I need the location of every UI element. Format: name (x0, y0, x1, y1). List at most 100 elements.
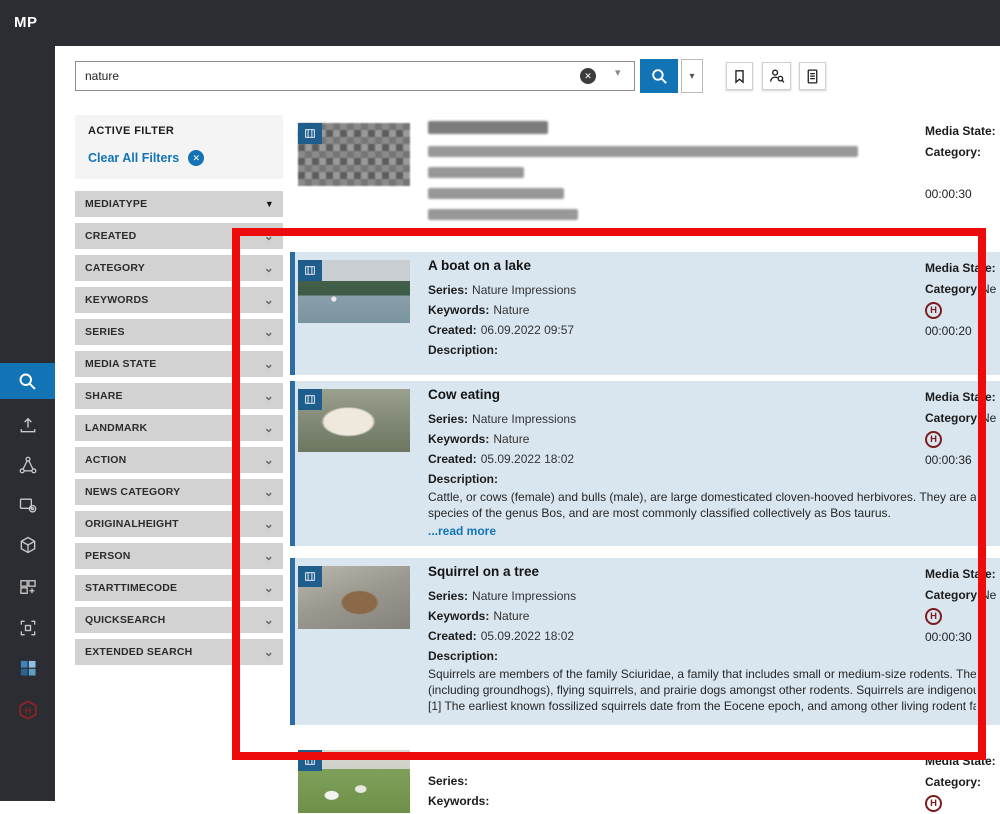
filter-group-extended-search[interactable]: EXTENDED SEARCH⌄ (75, 639, 283, 665)
result-row-partial[interactable]: Series: Keywords: Media State: Category:… (290, 745, 1000, 805)
media-state-label: Media State: (925, 390, 996, 404)
keywords-value: Nature (493, 609, 529, 623)
film-icon (303, 264, 317, 277)
sidebar-brand-button[interactable]: H (0, 691, 55, 729)
media-state-label: Media State: (925, 261, 996, 275)
series-label: Series: (428, 412, 468, 426)
active-filter-box: ACTIVE FILTER Clear All Filters ✕ (75, 115, 283, 179)
search-icon (17, 371, 38, 392)
media-processing-icon (18, 495, 38, 515)
bookmark-button[interactable] (726, 62, 753, 90)
filter-group-created[interactable]: CREATED ⌄ (75, 223, 283, 249)
media-state-label: Media State: (925, 124, 996, 138)
description-line: Cattle, or cows (female) and bulls (male… (428, 489, 976, 505)
search-input[interactable] (75, 61, 635, 91)
category-value: Ne (981, 411, 996, 425)
document-button[interactable] (799, 62, 826, 90)
result-thumbnail[interactable] (298, 123, 410, 186)
chevron-down-icon: ⌄ (264, 552, 274, 560)
filter-group-mediatype[interactable]: MEDIATYPE▼ (75, 191, 283, 217)
filter-group-person[interactable]: PERSON⌄ (75, 543, 283, 569)
result-side-info: Media State: Category:Ne H 00:00:30 (925, 564, 1000, 648)
sidebar-search-button[interactable] (0, 363, 55, 399)
series-label: Series: (428, 283, 468, 297)
scan-code-icon (18, 618, 38, 638)
chevron-down-icon: ⌄ (264, 520, 274, 528)
chevron-down-icon: ⌄ (264, 424, 274, 432)
chevron-down-icon: ⌄ (264, 296, 274, 304)
result-thumbnail[interactable] (298, 750, 410, 813)
selection-accent-bar (290, 381, 295, 546)
chevron-down-icon: ⌄ (264, 392, 274, 400)
search-icon (650, 67, 669, 86)
top-bar: MP (0, 0, 1000, 46)
filter-group-quicksearch[interactable]: QUICKSEARCH⌄ (75, 607, 283, 633)
created-label: Created: (428, 452, 477, 466)
clear-filters-icon: ✕ (188, 150, 204, 166)
clear-all-filters[interactable]: Clear All Filters ✕ (88, 150, 271, 166)
duration: 00:00:20 (925, 321, 1000, 342)
filter-label: MEDIATYPE (85, 198, 147, 210)
result-row-boat[interactable]: A boat on a lake Series:Nature Impressio… (290, 252, 1000, 375)
chevron-down-icon: ⌄ (264, 456, 274, 464)
sidebar-network-button[interactable] (0, 446, 55, 484)
chevron-down-icon: ⌄ (264, 584, 274, 592)
sidebar-video-grid-button[interactable] (0, 568, 55, 606)
category-label: Category: (925, 145, 981, 159)
result-title[interactable]: Squirrel on a tree (428, 564, 976, 579)
filter-group-landmark[interactable]: LANDMARK⌄ (75, 415, 283, 441)
sidebar-archive-button[interactable] (0, 526, 55, 564)
series-label: Series: (428, 774, 468, 788)
result-row-squirrel[interactable]: Squirrel on a tree Series:Nature Impress… (290, 558, 1000, 725)
selection-accent-bar (290, 558, 295, 725)
category-label: Category: (925, 411, 981, 425)
keywords-label: Keywords: (428, 432, 489, 446)
result-title[interactable]: Cow eating (428, 387, 976, 402)
spacer (925, 163, 1000, 184)
sidebar-upload-button[interactable] (0, 406, 55, 444)
filter-group-originalheight[interactable]: ORIGINALHEIGHT⌄ (75, 511, 283, 537)
result-thumbnail[interactable] (298, 260, 410, 323)
duration: 00:00:36 (925, 450, 1000, 471)
description-label: Description: (428, 649, 498, 663)
media-state-label: Media State: (925, 754, 996, 768)
result-title[interactable]: A boat on a lake (428, 258, 976, 273)
filter-group-media-state[interactable]: MEDIA STATE ⌄ (75, 351, 283, 377)
video-grid-icon (18, 577, 38, 597)
search-options-dropdown[interactable]: ▾ (681, 59, 703, 93)
redacted-text (428, 209, 578, 220)
sidebar-apps-button[interactable] (0, 649, 55, 687)
filter-label: ACTION (85, 454, 126, 466)
chevron-down-icon: ⌄ (264, 232, 274, 240)
sidebar-media-processing-button[interactable] (0, 486, 55, 524)
filter-group-series[interactable]: SERIES⌄ (75, 319, 283, 345)
description-line: species of the genus Bos, and are most c… (428, 505, 976, 521)
chevron-down-icon: ⌄ (264, 360, 274, 368)
result-thumbnail[interactable] (298, 389, 410, 452)
left-toolbar: H (0, 46, 55, 801)
read-more-link[interactable]: ...read more (428, 523, 976, 539)
filter-group-starttimecode[interactable]: STARTTIMECODE⌄ (75, 575, 283, 601)
sidebar-scan-button[interactable] (0, 609, 55, 647)
user-search-button[interactable] (762, 62, 791, 90)
result-row-redacted[interactable]: Media State: Category: 00:00:30 (290, 115, 1000, 227)
filter-label: CREATED (85, 230, 136, 242)
result-meta (428, 121, 976, 230)
chevron-down-icon: ⌄ (264, 264, 274, 272)
result-row-cow[interactable]: Cow eating Series:Nature Impressions Key… (290, 381, 1000, 546)
filter-group-action[interactable]: ACTION ⌄ (75, 447, 283, 473)
filter-group-share[interactable]: SHARE⌄ (75, 383, 283, 409)
category-value: Ne (981, 282, 996, 296)
keywords-value: Nature (493, 303, 529, 317)
filter-group-category[interactable]: CATEGORY⌄ (75, 255, 283, 281)
search-input-caret-icon[interactable]: ▾ (615, 66, 621, 79)
result-thumbnail[interactable] (298, 566, 410, 629)
person-search-icon (768, 67, 786, 85)
search-button[interactable] (640, 59, 678, 93)
filter-group-keywords[interactable]: KEYWORDS⌄ (75, 287, 283, 313)
category-label: Category: (925, 775, 981, 789)
result-meta: Cow eating Series:Nature Impressions Key… (428, 387, 976, 539)
clear-search-icon[interactable]: ✕ (580, 68, 596, 84)
filter-label: MEDIA STATE (85, 358, 156, 370)
filter-group-news-category[interactable]: NEWS CATEGORY⌄ (75, 479, 283, 505)
